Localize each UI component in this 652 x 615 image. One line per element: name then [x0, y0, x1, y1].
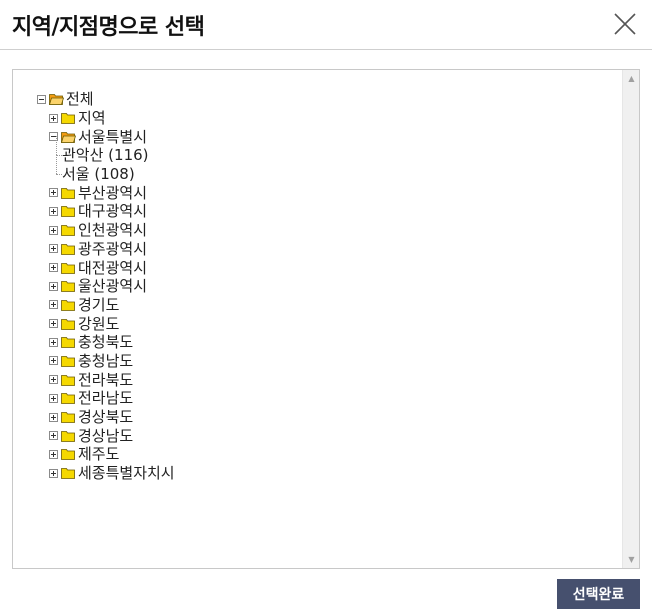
dialog-header: 지역/지점명으로 선택	[0, 0, 652, 50]
expand-toggle-icon[interactable]	[49, 113, 58, 123]
folder-icon	[61, 206, 75, 218]
tree-node[interactable]: 서울특별시	[37, 127, 175, 146]
expand-toggle-icon[interactable]	[49, 225, 58, 235]
expand-toggle-icon[interactable]	[49, 393, 58, 403]
tree-node-label[interactable]: 부산광역시	[78, 184, 147, 202]
tree-node[interactable]: 충청북도	[37, 333, 175, 352]
tree-node[interactable]: 제주도	[37, 445, 175, 464]
tree-node-label[interactable]: 광주광역시	[78, 240, 147, 258]
tree-node-label[interactable]: 제주도	[78, 445, 119, 463]
tree-node[interactable]: 부산광역시	[37, 183, 175, 202]
tree-node[interactable]: 경기도	[37, 296, 175, 315]
expand-toggle-icon[interactable]	[49, 281, 58, 291]
folder-icon	[61, 225, 75, 237]
tree-node-label[interactable]: 서울특별시	[78, 128, 147, 146]
expand-toggle-icon[interactable]	[49, 244, 58, 254]
tree-node[interactable]: 경상북도	[37, 408, 175, 427]
expand-toggle-icon[interactable]	[49, 206, 58, 216]
tree-node[interactable]: 강원도	[37, 314, 175, 333]
folder-open-icon	[61, 131, 76, 143]
tree-node[interactable]: 울산광역시	[37, 277, 175, 296]
folder-icon	[61, 318, 75, 330]
folder-icon	[61, 243, 75, 255]
tree-node[interactable]: 대전광역시	[37, 258, 175, 277]
folder-open-icon	[49, 94, 64, 106]
folder-icon	[61, 187, 75, 199]
station-label[interactable]: 서울 (108)	[62, 165, 135, 183]
folder-icon	[61, 113, 75, 124]
station-label[interactable]: 관악산 (116)	[62, 146, 149, 164]
expand-toggle-icon[interactable]	[49, 449, 58, 459]
tree-node-label[interactable]: 경기도	[78, 296, 119, 314]
close-icon	[614, 13, 636, 35]
folder-icon	[61, 468, 75, 479]
tree-node[interactable]: 인천광역시	[37, 221, 175, 240]
folder-icon	[61, 262, 75, 274]
tree-leaf-station[interactable]: 관악산 (116)	[37, 136, 175, 165]
expand-toggle-icon[interactable]	[49, 468, 58, 478]
folder-icon	[61, 393, 75, 405]
tree-leaf-station[interactable]: 서울 (108)	[37, 154, 175, 184]
expand-toggle-icon[interactable]	[49, 300, 58, 310]
tree-node[interactable]: 전라남도	[37, 389, 175, 408]
tree-node-label[interactable]: 전라남도	[78, 389, 133, 407]
tree-node-label[interactable]: 충청북도	[78, 333, 133, 351]
tree-node[interactable]: 지역	[37, 109, 175, 128]
confirm-selection-button[interactable]: 선택완료	[557, 579, 640, 609]
tree-node-label[interactable]: 대전광역시	[78, 259, 147, 277]
tree-node-label[interactable]: 전라북도	[78, 371, 133, 389]
tree-node-label[interactable]: 지역	[78, 109, 106, 127]
tree-connector-line	[56, 136, 57, 156]
expand-toggle-icon[interactable]	[49, 431, 58, 441]
tree-node[interactable]: 충청남도	[37, 352, 175, 371]
tree-node-label[interactable]: 충청남도	[78, 352, 133, 370]
expand-toggle-icon[interactable]	[49, 319, 58, 329]
region-tree-panel: 전체 지역 서울특별시 관악산 (116) 서울 (108) 부산광역시 대구광역시 인천광역…	[12, 69, 640, 569]
folder-icon	[61, 281, 75, 293]
expand-toggle-icon[interactable]	[49, 412, 58, 422]
expand-toggle-icon[interactable]	[49, 263, 58, 273]
tree-node[interactable]: 전라북도	[37, 370, 175, 389]
scroll-down-arrow-icon[interactable]: ▼	[623, 551, 639, 568]
tree-connector-line	[56, 173, 62, 175]
tree-node[interactable]: 경상남도	[37, 426, 175, 445]
folder-icon	[61, 300, 75, 311]
dialog-title: 지역/지점명으로 선택	[12, 15, 205, 40]
expand-toggle-icon[interactable]	[49, 375, 58, 385]
folder-icon	[61, 430, 75, 442]
tree-node-label[interactable]: 대구광역시	[78, 202, 147, 220]
scroll-up-arrow-icon[interactable]: ▲	[623, 70, 639, 87]
tree-node-label[interactable]: 인천광역시	[78, 221, 147, 239]
tree-node-label[interactable]: 경상북도	[78, 408, 133, 426]
tree-node[interactable]: 세종특별자치시	[37, 464, 175, 483]
close-button[interactable]	[612, 11, 638, 37]
folder-icon	[61, 374, 75, 386]
tree-node-label[interactable]: 울산광역시	[78, 277, 147, 295]
tree-node-label[interactable]: 강원도	[78, 315, 119, 333]
tree-connector-line	[56, 154, 57, 174]
tree-node-root[interactable]: 전체	[37, 90, 175, 109]
collapse-toggle-icon[interactable]	[37, 94, 46, 104]
vertical-scrollbar[interactable]: ▲ ▼	[622, 70, 639, 568]
folder-icon	[61, 356, 75, 367]
folder-icon	[61, 337, 75, 349]
tree-node-label[interactable]: 전체	[66, 90, 94, 108]
tree-node[interactable]: 대구광역시	[37, 202, 175, 221]
expand-toggle-icon[interactable]	[49, 356, 58, 366]
tree-node-label[interactable]: 경상남도	[78, 427, 133, 445]
folder-icon	[61, 412, 75, 423]
expand-toggle-icon[interactable]	[49, 337, 58, 347]
expand-toggle-icon[interactable]	[49, 188, 58, 198]
region-tree: 전체 지역 서울특별시 관악산 (116) 서울 (108) 부산광역시 대구광역시 인천광역…	[37, 90, 175, 482]
tree-node[interactable]: 광주광역시	[37, 240, 175, 259]
folder-icon	[61, 449, 75, 461]
tree-node-label[interactable]: 세종특별자치시	[78, 464, 175, 482]
